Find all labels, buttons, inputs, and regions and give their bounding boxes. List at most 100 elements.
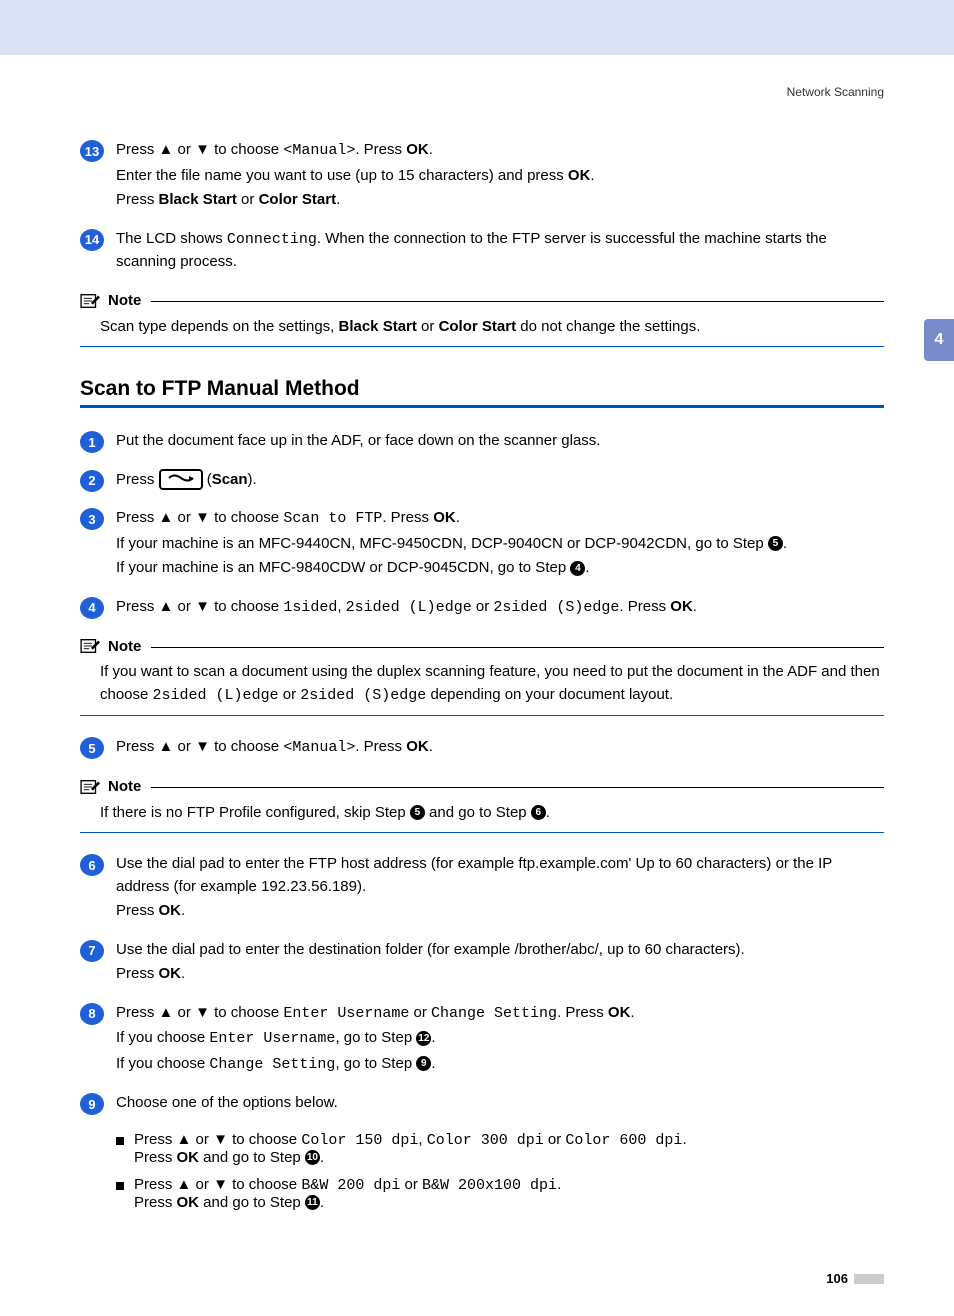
step-number-badge: 3 — [80, 508, 104, 530]
text: If you choose — [116, 1055, 209, 1072]
step-8: 8 Press ▲ or ▼ to choose Enter Username … — [80, 1002, 884, 1079]
scan-button-icon — [159, 469, 203, 490]
text: or — [173, 1004, 195, 1021]
bold: Black Start — [159, 191, 237, 208]
step-body: Press ▲ or ▼ to choose Enter Username or… — [116, 1002, 884, 1079]
step-number-badge: 13 — [80, 140, 104, 162]
text: or — [173, 141, 195, 158]
down-arrow-icon: ▼ — [195, 509, 210, 526]
up-arrow-icon: ▲ — [159, 1004, 174, 1021]
text: depending on your document layout. — [426, 686, 673, 703]
text: Press — [134, 1194, 177, 1211]
sub-bullets: Press ▲ or ▼ to choose Color 150 dpi, Co… — [116, 1131, 884, 1211]
step-body: Press ▲ or ▼ to choose <Manual>. Press O… — [116, 736, 884, 762]
bullet-body: Press ▲ or ▼ to choose B&W 200 dpi or B&… — [134, 1176, 561, 1211]
text: . Press — [557, 1004, 608, 1021]
ok-label: OK — [433, 509, 456, 526]
text: or — [409, 1004, 431, 1021]
note-rule — [151, 647, 884, 648]
text: do not change the settings. — [516, 318, 700, 335]
text: Put the document face up in the ADF, or … — [116, 430, 884, 453]
text: or — [417, 318, 439, 335]
note-rule — [151, 301, 884, 302]
step-body: Choose one of the options below. — [116, 1092, 884, 1117]
text: . — [431, 1029, 435, 1046]
text: . — [336, 191, 340, 208]
text: . — [429, 141, 433, 158]
mono-text: Color 150 dpi — [301, 1132, 418, 1149]
mono-text: Color 300 dpi — [427, 1132, 544, 1149]
step-ref-icon: 10 — [305, 1150, 320, 1165]
step-number-badge: 6 — [80, 854, 104, 876]
step-9: 9 Choose one of the options below. — [80, 1092, 884, 1117]
note-text: If there is no FTP Profile configured, s… — [100, 802, 884, 825]
step-6: 6 Use the dial pad to enter the FTP host… — [80, 853, 884, 925]
note-pencil-icon — [80, 778, 102, 796]
step-number-badge: 2 — [80, 470, 104, 492]
text: Press — [116, 902, 159, 919]
step-4: 4 Press ▲ or ▼ to choose 1sided, 2sided … — [80, 596, 884, 622]
text: Press — [116, 141, 159, 158]
top-band — [0, 0, 954, 55]
mono-text: 2sided (L)edge — [346, 599, 472, 616]
text: or — [544, 1131, 566, 1148]
text: Press — [134, 1149, 177, 1166]
ok-label: OK — [406, 738, 429, 755]
text: . — [320, 1194, 324, 1211]
note-label: Note — [108, 292, 141, 309]
up-arrow-icon: ▲ — [177, 1176, 192, 1193]
step-body: Press ▲ or ▼ to choose 1sided, 2sided (L… — [116, 596, 884, 622]
down-arrow-icon: ▼ — [195, 141, 210, 158]
text: or — [237, 191, 259, 208]
text: , — [418, 1131, 426, 1148]
text: Press — [134, 1131, 177, 1148]
step-number-badge: 1 — [80, 431, 104, 453]
step-body: Press ▲ or ▼ to choose Scan to FTP. Pres… — [116, 507, 884, 582]
text: The LCD shows — [116, 230, 227, 247]
text: Press — [116, 965, 159, 982]
text: . — [546, 804, 550, 821]
text: . — [456, 509, 460, 526]
ok-label: OK — [670, 598, 693, 615]
text: . — [320, 1149, 324, 1166]
down-arrow-icon: ▼ — [195, 738, 210, 755]
text: . Press — [355, 141, 406, 158]
page-content: Network Scanning 4 13 Press ▲ or ▼ to ch… — [0, 55, 954, 1316]
text: . — [682, 1131, 686, 1148]
up-arrow-icon: ▲ — [159, 509, 174, 526]
mono-text: Enter Username — [283, 1005, 409, 1022]
text: , go to Step — [335, 1055, 416, 1072]
text: , go to Step — [335, 1029, 416, 1046]
text: . — [429, 738, 433, 755]
step-number-badge: 9 — [80, 1093, 104, 1115]
up-arrow-icon: ▲ — [159, 141, 174, 158]
text: . Press — [619, 598, 670, 615]
note-pencil-icon — [80, 637, 102, 655]
text: to choose — [210, 141, 283, 158]
text: or — [173, 598, 195, 615]
up-arrow-icon: ▲ — [177, 1131, 192, 1148]
section-rule — [80, 405, 884, 408]
bold: Color Start — [439, 318, 517, 335]
step-ref-icon: 4 — [570, 561, 585, 576]
text: or — [472, 598, 494, 615]
text: or — [279, 686, 301, 703]
step-ref-icon: 9 — [416, 1056, 431, 1071]
page-number: 106 — [80, 1271, 884, 1286]
note-label: Note — [108, 778, 141, 795]
text: . — [181, 902, 185, 919]
step-ref-icon: 6 — [531, 805, 546, 820]
text: Use the dial pad to enter the FTP host a… — [116, 853, 884, 898]
up-arrow-icon: ▲ — [159, 738, 174, 755]
step-body: Put the document face up in the ADF, or … — [116, 430, 884, 455]
square-bullet-icon — [116, 1182, 124, 1190]
text: . — [557, 1176, 561, 1193]
step-number-badge: 14 — [80, 229, 104, 251]
step-14: 14 The LCD shows Connecting. When the co… — [80, 228, 884, 276]
text: Press — [116, 191, 159, 208]
bold: Black Start — [339, 318, 417, 335]
text: or — [191, 1176, 213, 1193]
text: Enter the file name you want to use (up … — [116, 167, 568, 184]
text: Choose one of the options below. — [116, 1092, 884, 1115]
text: and go to Step — [199, 1194, 305, 1211]
